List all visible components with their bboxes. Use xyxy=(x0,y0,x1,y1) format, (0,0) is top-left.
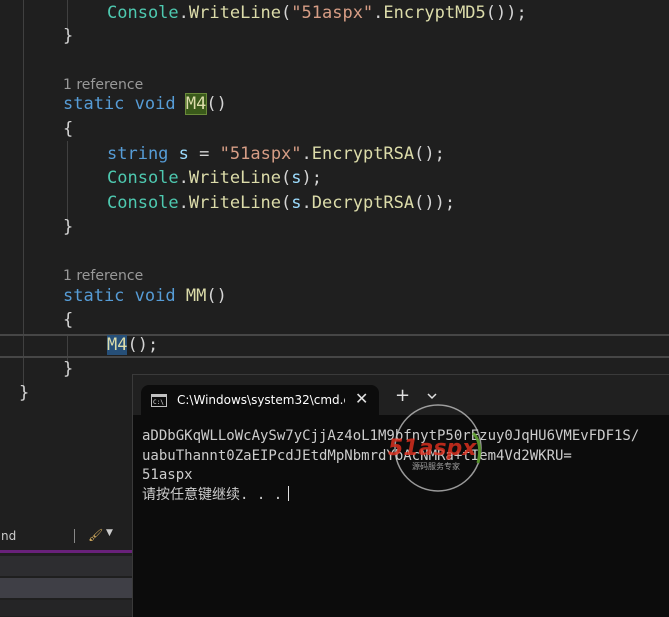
code-token[interactable]: () xyxy=(206,286,226,306)
code-token[interactable] xyxy=(176,94,186,114)
code-token[interactable]: ( xyxy=(281,193,291,213)
code-token[interactable]: WriteLine xyxy=(189,168,281,188)
code-token[interactable] xyxy=(124,94,134,114)
code-token[interactable]: M4 xyxy=(107,335,128,355)
brush-icon[interactable]: 🖌 xyxy=(88,528,103,542)
output-toolbar: nd 🖌 ▼ xyxy=(0,526,133,548)
code-token[interactable]: . xyxy=(373,3,383,23)
accent-bar xyxy=(0,550,133,553)
code-token[interactable]: static xyxy=(63,286,124,306)
code-token[interactable]: = xyxy=(189,144,220,164)
toolbar-separator xyxy=(74,529,75,543)
code-line-open-brace[interactable]: { xyxy=(63,117,73,141)
code-line-close-brace[interactable]: } xyxy=(63,24,73,48)
chevron-down-icon[interactable]: ▼ xyxy=(106,528,113,538)
code-token[interactable]: void xyxy=(135,94,176,114)
code-token[interactable]: s xyxy=(179,144,189,164)
code-line-m4-signature[interactable]: static void M4() xyxy=(63,92,227,116)
watermark-logo: 51aspx 源码服务专家 xyxy=(388,404,482,492)
code-token[interactable]: . xyxy=(302,193,312,213)
code-token[interactable]: WriteLine xyxy=(189,3,281,23)
code-token[interactable]: "51aspx" xyxy=(220,144,302,164)
code-token[interactable] xyxy=(168,144,178,164)
code-token[interactable]: () xyxy=(206,94,226,114)
text-cursor xyxy=(288,485,290,501)
codelens-references[interactable]: 1 reference xyxy=(63,268,143,284)
code-token[interactable]: . xyxy=(179,193,189,213)
code-token[interactable]: ); xyxy=(302,168,322,188)
code-line-writeline-s[interactable]: Console.WriteLine(s); xyxy=(107,166,322,190)
code-line-open-brace[interactable]: { xyxy=(63,308,73,332)
code-token[interactable]: ( xyxy=(281,168,291,188)
code-token[interactable]: Console xyxy=(107,3,179,23)
current-line-highlight xyxy=(0,334,669,358)
code-token[interactable]: . xyxy=(179,3,189,23)
code-line-close-brace-class[interactable]: } xyxy=(19,381,29,405)
panel-row xyxy=(0,600,133,616)
code-token[interactable]: string xyxy=(107,144,168,164)
code-token[interactable]: ()); xyxy=(414,193,455,213)
watermark-subtitle: 源码服务专家 xyxy=(412,461,460,471)
code-token[interactable]: EncryptMD5 xyxy=(383,3,485,23)
code-token[interactable]: void xyxy=(135,286,176,306)
indent-guide xyxy=(67,141,68,221)
panel-row xyxy=(0,556,133,576)
code-token[interactable]: } xyxy=(63,26,73,46)
code-line-close-brace[interactable]: } xyxy=(63,215,73,239)
code-token[interactable]: . xyxy=(302,144,312,164)
code-token[interactable]: } xyxy=(63,217,73,237)
output-panel-fragment: nd 🖌 ▼ xyxy=(0,520,133,616)
code-line-close-brace[interactable]: } xyxy=(63,357,73,381)
code-token[interactable]: ()); xyxy=(486,3,527,23)
code-token[interactable]: M4 xyxy=(184,93,208,115)
code-token[interactable]: s xyxy=(291,168,301,188)
terminal-tab[interactable]: C:\ C:\Windows\system32\cmd.exe ✕ xyxy=(141,385,379,415)
code-token[interactable]: . xyxy=(179,168,189,188)
code-line-m4-call[interactable]: M4(); xyxy=(107,333,158,357)
code-token[interactable]: ( xyxy=(281,3,291,23)
output-line: 51aspx xyxy=(142,467,193,483)
panel-row xyxy=(0,578,133,598)
close-icon[interactable]: ✕ xyxy=(355,389,368,408)
code-token[interactable]: } xyxy=(63,359,73,379)
code-token[interactable]: s xyxy=(291,193,301,213)
prompt-line: 请按任意键继续. . . xyxy=(142,486,283,503)
codelens-references[interactable]: 1 reference xyxy=(63,77,143,93)
code-token[interactable]: DecryptRSA xyxy=(312,193,414,213)
code-token[interactable]: WriteLine xyxy=(189,193,281,213)
code-token[interactable]: Console xyxy=(107,168,179,188)
code-token[interactable]: Console xyxy=(107,193,179,213)
code-token[interactable] xyxy=(176,286,186,306)
code-token[interactable]: "51aspx" xyxy=(291,3,373,23)
code-token[interactable] xyxy=(124,286,134,306)
output-line: uabuThannt0ZaEIPcdJEtdMpNbmrdYbAcNMRa+tI… xyxy=(142,447,572,464)
code-token[interactable]: { xyxy=(63,119,73,139)
code-token[interactable]: } xyxy=(19,383,29,403)
cmd-icon: C:\ xyxy=(151,394,167,407)
code-line-writeline-decrypt[interactable]: Console.WriteLine(s.DecryptRSA()); xyxy=(107,191,455,215)
code-token[interactable]: MM xyxy=(186,286,206,306)
code-token[interactable]: EncryptRSA xyxy=(312,144,414,164)
chevron-down-icon[interactable] xyxy=(425,389,439,403)
code-token[interactable]: { xyxy=(63,310,73,330)
code-token[interactable]: static xyxy=(63,94,124,114)
tab-title: C:\Windows\system32\cmd.exe xyxy=(177,393,345,407)
svg-text:C:\: C:\ xyxy=(153,399,164,406)
toolbar-text: nd xyxy=(1,529,17,543)
code-token[interactable]: (); xyxy=(127,335,158,355)
code-line-mm-signature[interactable]: static void MM() xyxy=(63,284,227,308)
watermark-brand: 51aspx xyxy=(388,436,477,461)
code-line-string-s[interactable]: string s = "51aspx".EncryptRSA(); xyxy=(107,142,445,166)
code-token[interactable]: (); xyxy=(414,144,445,164)
code-line-writeline-md5[interactable]: Console.WriteLine("51aspx".EncryptMD5())… xyxy=(107,1,527,25)
